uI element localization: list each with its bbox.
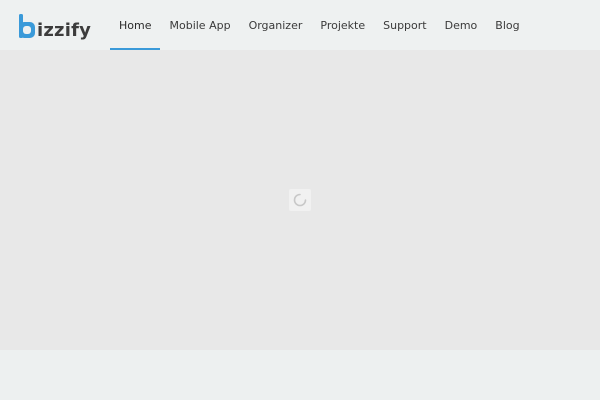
site-header: izzify Home Mobile App Organizer Projekt… [0,0,600,50]
nav-item-projekte[interactable]: Projekte [311,0,374,50]
nav-item-label: Projekte [320,18,366,32]
nav-item-home[interactable]: Home [110,0,161,50]
page: izzify Home Mobile App Organizer Projekt… [0,0,600,400]
nav-item-label: Mobile App [169,18,231,32]
nav-item-label: Demo [444,18,478,32]
hero-slider [0,50,600,350]
brand-logo[interactable]: izzify [18,12,92,41]
nav-item-support[interactable]: Support [374,0,435,50]
content-band [0,350,600,400]
spinner-icon [289,189,311,211]
logo-text: izzify [37,20,92,41]
nav-item-label: Blog [495,18,520,32]
nav-item-label: Support [383,18,427,32]
nav-item-blog[interactable]: Blog [486,0,528,50]
nav-item-demo[interactable]: Demo [436,0,487,50]
nav-item-label: Organizer [248,18,303,32]
nav-item-organizer[interactable]: Organizer [240,0,312,50]
main-nav: Home Mobile App Organizer Projekte Suppo… [110,0,529,50]
nav-item-mobile-app[interactable]: Mobile App [160,0,239,50]
nav-item-label: Home [119,18,152,32]
logo-b-icon [18,14,36,38]
